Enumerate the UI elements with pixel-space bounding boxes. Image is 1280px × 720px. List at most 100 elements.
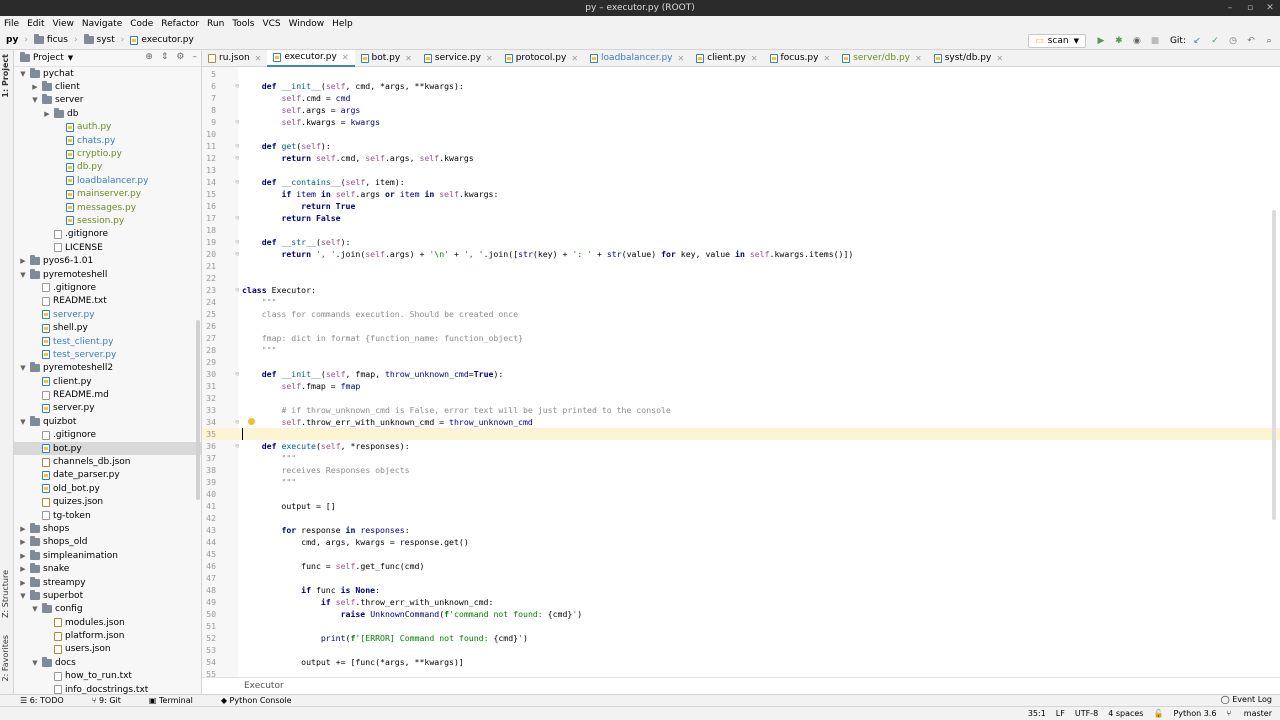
code-line[interactable]: 29 [202, 356, 1280, 368]
tree-folder[interactable]: ▼ superbot [14, 589, 201, 602]
tree-folder[interactable]: ▼ server [14, 94, 201, 107]
project-panel-title[interactable]: Project [33, 53, 64, 63]
git-update-icon[interactable]: ↙ [1190, 36, 1204, 46]
caret-position[interactable]: 35:1 [1028, 709, 1046, 718]
indent-setting[interactable]: 4 spaces [1108, 709, 1143, 718]
menu-tools[interactable]: Tools [232, 19, 254, 29]
code-line[interactable]: 23 class Executor: ⊖ [202, 284, 1280, 296]
code-area[interactable]: 56 def __init__(self, cmd, *args, **kwar… [202, 67, 1280, 677]
tree-file[interactable]: test_server.py [14, 348, 201, 361]
code-line[interactable]: 17 return False ⊖ [202, 212, 1280, 224]
code-line[interactable]: 32 [202, 392, 1280, 404]
menu-edit[interactable]: Edit [27, 19, 44, 29]
tree-file[interactable]: date_parser.py [14, 469, 201, 482]
code-line[interactable]: 18 [202, 224, 1280, 236]
tree-file[interactable]: LICENSE [14, 241, 201, 254]
fold-icon[interactable]: ⊖ [235, 248, 239, 260]
todo-tool-button[interactable]: ☰ 6: TODO [20, 696, 78, 705]
fold-icon[interactable]: ⊖ [235, 212, 239, 224]
tree-file[interactable]: loadbalancer.py [14, 174, 201, 187]
code-line[interactable]: 21 [202, 260, 1280, 272]
coverage-icon[interactable]: ◉ [1130, 36, 1144, 46]
lock-icon[interactable]: 🔓 [1153, 709, 1163, 718]
editor-tab[interactable]: server/db.py ✕ [836, 50, 928, 67]
chevron-down-icon[interactable]: ▼ [30, 659, 40, 667]
minimize-icon[interactable]: – [1220, 0, 1240, 16]
close-tab-icon[interactable]: ✕ [823, 54, 830, 63]
close-icon[interactable]: ✕ [1260, 0, 1280, 16]
close-tab-icon[interactable]: ✕ [255, 54, 262, 63]
code-line[interactable]: 19 def __str__(self): ⊖ [202, 236, 1280, 248]
chevron-right-icon[interactable]: ▶ [18, 579, 28, 587]
code-line[interactable]: 13 [202, 164, 1280, 176]
menu-window[interactable]: Window [289, 19, 325, 29]
tree-folder[interactable]: ▶ db [14, 107, 201, 120]
tree-file[interactable]: .gitignore [14, 281, 201, 294]
tree-file[interactable]: users.json [14, 643, 201, 656]
close-tab-icon[interactable]: ✕ [486, 54, 493, 63]
tree-file[interactable]: test_client.py [14, 335, 201, 348]
tree-file[interactable]: .gitignore [14, 228, 201, 241]
code-line[interactable]: 25 class for commands execution. Should … [202, 308, 1280, 320]
code-line[interactable]: 34 self.throw_err_with_unknown_cmd = thr… [202, 416, 1280, 428]
code-line[interactable]: 50 raise UnknownCommand(f'command not fo… [202, 608, 1280, 620]
locate-icon[interactable]: ⊕ [145, 52, 153, 62]
editor-tab[interactable]: ru.json ✕ [202, 50, 267, 67]
code-line[interactable]: 20 return ', '.join(self.args) + '\n' + … [202, 248, 1280, 260]
tree-file[interactable]: quizes.json [14, 496, 201, 509]
menu-view[interactable]: View [53, 19, 74, 29]
tree-folder[interactable]: ▶ snake [14, 562, 201, 575]
rollback-icon[interactable]: ↶ [1244, 36, 1258, 46]
fold-icon[interactable]: ⊖ [235, 176, 239, 188]
breadcrumb-item[interactable]: executor.py [141, 35, 193, 45]
tree-file[interactable]: bot.py [14, 441, 201, 456]
close-tab-icon[interactable]: ✕ [342, 53, 349, 62]
editor-breadcrumb-item[interactable]: Executor [244, 681, 284, 691]
tree-file[interactable]: how_to_run.txt [14, 670, 201, 683]
code-line[interactable]: 44 cmd, args, kwargs = response.get() [202, 536, 1280, 548]
tree-folder[interactable]: ▼ pychat [14, 67, 201, 80]
lightbulb-icon[interactable] [248, 418, 255, 425]
fold-icon[interactable]: ⊖ [235, 236, 239, 248]
code-line[interactable]: 12 return self.cmd, self.args, self.kwar… [202, 152, 1280, 164]
code-line[interactable]: 24 """ [202, 296, 1280, 308]
tree-file[interactable]: tg-token [14, 509, 201, 522]
code-line[interactable]: 54 output += [func(*args, **kwargs)] [202, 656, 1280, 668]
chevron-down-icon[interactable]: ▼ [30, 605, 40, 613]
event-log-button[interactable]: ◯ Event Log [1221, 694, 1272, 706]
code-line[interactable]: 28 """ [202, 344, 1280, 356]
fold-icon[interactable]: ⊖ [235, 416, 239, 428]
file-encoding[interactable]: UTF-8 [1075, 709, 1098, 718]
code-line[interactable]: 6 def __init__(self, cmd, *args, **kwarg… [202, 80, 1280, 92]
chevron-down-icon[interactable]: ▼ [18, 364, 28, 372]
tree-file[interactable]: messages.py [14, 201, 201, 214]
chevron-right-icon[interactable]: ▶ [42, 110, 52, 118]
tree-folder[interactable]: ▶ client [14, 80, 201, 93]
history-icon[interactable]: ◷ [1226, 36, 1240, 46]
interpreter-label[interactable]: Python 3.6 [1173, 709, 1216, 718]
search-icon[interactable]: ⌕ [1262, 36, 1276, 46]
run-icon[interactable]: ▶ [1094, 36, 1108, 46]
chevron-right-icon[interactable]: ▶ [18, 525, 28, 533]
code-line[interactable]: 30 def __init__(self, fmap, throw_unknow… [202, 368, 1280, 380]
menu-navigate[interactable]: Navigate [82, 19, 122, 29]
structure-tool-tab[interactable]: Z: Structure [1, 570, 10, 618]
code-line[interactable]: 55 [202, 668, 1280, 677]
python-console-tool-button[interactable]: ◆ Python Console [221, 696, 306, 705]
close-tab-icon[interactable]: ✕ [751, 54, 758, 63]
code-line[interactable]: 49 if self.throw_err_with_unknown_cmd: [202, 596, 1280, 608]
tree-folder[interactable]: ▼ config [14, 603, 201, 616]
editor-tab[interactable]: loadbalancer.py ✕ [584, 50, 690, 67]
tree-file[interactable]: shell.py [14, 321, 201, 334]
tree-file[interactable]: cryptio.py [14, 147, 201, 160]
editor-scrollbar[interactable] [1272, 210, 1276, 520]
code-line[interactable]: 41 output = [] [202, 500, 1280, 512]
code-line[interactable]: 47 [202, 572, 1280, 584]
chevron-right-icon[interactable]: ▶ [18, 565, 28, 573]
tree-file[interactable]: info_docstrings.txt [14, 683, 201, 694]
tree-file[interactable]: channels_db.json [14, 455, 201, 468]
debug-icon[interactable]: ✱ [1112, 36, 1126, 46]
fold-icon[interactable]: ⊖ [235, 368, 239, 380]
code-line[interactable]: 45 [202, 548, 1280, 560]
code-line[interactable]: 33 # if throw_unknown_cmd is False, erro… [202, 404, 1280, 416]
